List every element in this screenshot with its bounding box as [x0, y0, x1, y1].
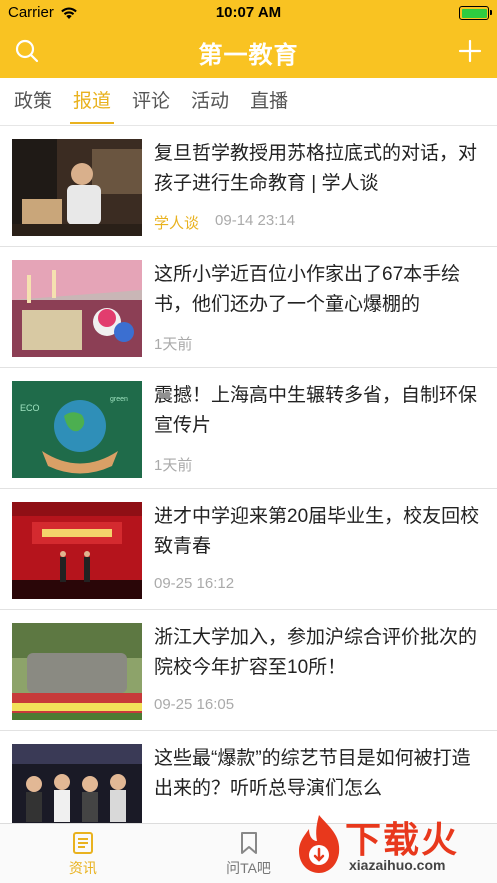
tab-comments[interactable]: 评论 — [132, 78, 170, 126]
news-item[interactable]: 复旦哲学教授用苏格拉底式的对话，对孩子进行生命教育 | 学人谈 学人谈 09-1… — [0, 126, 497, 247]
search-icon[interactable] — [14, 38, 40, 64]
news-time: 1天前 — [154, 336, 193, 353]
tab-reports[interactable]: 报道 — [70, 78, 115, 126]
svg-text:ECO: ECO — [20, 403, 40, 413]
status-bar: Carrier 10:07 AM — [0, 0, 497, 26]
news-item[interactable]: 这所小学近百位小作家出了67本手绘书，他们还办了一个童心爆棚的 1天前 — [0, 247, 497, 368]
news-tag[interactable]: 学人谈 — [154, 212, 199, 233]
news-title: 这些最“爆款”的综艺节目是如何被打造出来的？听听总导演们怎么 — [154, 748, 471, 799]
news-meta: 1天前 — [154, 333, 192, 354]
top-header: Carrier 10:07 AM 第一教育 — [0, 0, 497, 78]
news-thumbnail — [12, 502, 142, 599]
news-meta: 09-25 16:05 — [154, 696, 234, 713]
news-item[interactable]: 浙江大学加入，参加沪综合评价批次的院校今年扩容至10所！ 09-25 16:05 — [0, 610, 497, 731]
news-title: 进才中学迎来第20届毕业生，校友回校致青春 — [154, 506, 480, 557]
watermark-logo: 下载火 xiazaihuo.com — [291, 809, 491, 879]
tab-bar-label: 资讯 — [68, 860, 97, 876]
tab-live[interactable]: 直播 — [250, 78, 288, 126]
category-tabs: 政策 报道 评论 活动 直播 — [0, 78, 497, 126]
watermark-url: xiazaihuo.com — [349, 857, 446, 873]
watermark-text: 下载火 — [345, 819, 460, 860]
news-meta: 学人谈 09-14 23:14 — [154, 212, 295, 233]
news-time: 09-14 23:14 — [215, 212, 296, 229]
news-list: 复旦哲学教授用苏格拉底式的对话，对孩子进行生命教育 | 学人谈 学人谈 09-1… — [0, 126, 497, 823]
news-time: 09-25 16:05 — [154, 696, 235, 713]
svg-text:green: green — [110, 396, 128, 403]
news-thumbnail — [12, 623, 142, 720]
bookmark-icon — [240, 832, 257, 854]
news-icon — [72, 832, 93, 854]
news-title: 复旦哲学教授用苏格拉底式的对话，对孩子进行生命教育 | 学人谈 — [154, 143, 478, 194]
flame-logo-icon — [299, 815, 340, 873]
news-thumbnail — [12, 139, 142, 236]
news-time: 09-25 16:12 — [154, 575, 235, 592]
page-title: 第一教育 — [198, 41, 299, 69]
tab-bar-news[interactable]: 资讯 — [0, 824, 166, 883]
news-item[interactable]: 进才中学迎来第20届毕业生，校友回校致青春 09-25 16:12 — [0, 489, 497, 610]
news-meta: 1天前 — [154, 454, 192, 475]
status-time: 10:07 AM — [215, 4, 282, 21]
news-thumbnail — [12, 744, 142, 823]
battery-icon — [459, 6, 492, 20]
news-time: 1天前 — [154, 457, 193, 474]
plus-icon[interactable] — [457, 38, 483, 64]
news-title: 震撼！上海高中生辗转多省，自制环保宣传片 — [154, 385, 478, 436]
news-thumbnail — [12, 260, 142, 357]
news-title: 浙江大学加入，参加沪综合评价批次的院校今年扩容至10所！ — [154, 627, 478, 678]
tab-policy[interactable]: 政策 — [14, 78, 52, 126]
news-meta: 09-25 16:12 — [154, 575, 234, 592]
news-item[interactable]: ECO green 震撼！上海高中生辗转多省，自制环保宣传片 1天前 — [0, 368, 497, 489]
tab-bar-label: 问TA吧 — [226, 860, 271, 876]
nav-bar: 第一教育 — [0, 26, 497, 78]
tab-events[interactable]: 活动 — [191, 78, 229, 126]
news-thumbnail: ECO green — [12, 381, 142, 478]
news-title: 这所小学近百位小作家出了67本手绘书，他们还办了一个童心爆棚的 — [154, 264, 461, 315]
